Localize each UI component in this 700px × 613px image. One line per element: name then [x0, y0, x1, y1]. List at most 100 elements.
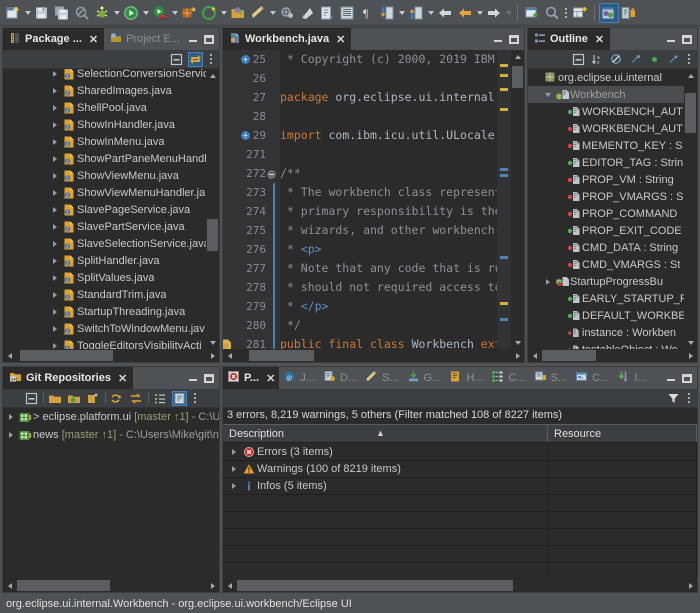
- table-row[interactable]: Infos (5 items): [223, 478, 697, 495]
- search-icon[interactable]: [542, 3, 562, 23]
- tab-project-explorer[interactable]: Project E...: [104, 28, 186, 50]
- outline-item[interactable]: SEARLY_STARTUP_F: [528, 290, 684, 307]
- debug-icon[interactable]: [92, 3, 112, 23]
- scroll-right-arrow[interactable]: [684, 349, 697, 362]
- sort-alphabetically-icon[interactable]: az: [590, 52, 605, 67]
- list-item[interactable]: JStartupThreading.java: [47, 303, 206, 320]
- view-menu-dots[interactable]: [685, 388, 693, 408]
- code-line[interactable]: * primary responsibility is the manag: [280, 202, 497, 221]
- column-header-description[interactable]: Description ▲: [223, 425, 548, 442]
- fold-marker[interactable]: [269, 259, 280, 278]
- maximize-icon[interactable]: [204, 374, 214, 383]
- code-line[interactable]: */: [280, 316, 497, 335]
- toggle-branch-hierarchy-icon[interactable]: [153, 391, 168, 406]
- code-line[interactable]: * </p>: [280, 297, 497, 316]
- tab-servers[interactable]: S...: [530, 367, 572, 389]
- new-wizard-dropdown-arrow[interactable]: [23, 3, 32, 23]
- outline-tree[interactable]: org.eclipse.ui.internalCWorkbenchSWORKBE…: [528, 69, 697, 362]
- list-item[interactable]: JShowViewMenu.java: [47, 167, 206, 184]
- editor-hscrollbar[interactable]: [223, 349, 524, 362]
- expand-arrow[interactable]: [49, 139, 61, 145]
- outline-item[interactable]: SCMD_DATA : String: [528, 239, 684, 256]
- scroll-right-arrow[interactable]: [511, 349, 524, 362]
- expand-arrow[interactable]: [49, 173, 61, 179]
- new-enum-icon[interactable]: [277, 3, 297, 23]
- code-line[interactable]: * wizards, and other workbench-relate: [280, 221, 497, 240]
- list-item[interactable]: JSlaveSelectionService.java: [47, 235, 206, 252]
- add-existing-repo-icon[interactable]: [48, 391, 63, 406]
- fold-marker[interactable]: [269, 297, 280, 316]
- new-java-package-icon[interactable]: [179, 3, 199, 23]
- forward-dropdown-arrow-disabled[interactable]: [504, 3, 513, 23]
- new-annotation-dropdown-arrow[interactable]: [268, 3, 277, 23]
- outline-vscrollbar[interactable]: [684, 69, 697, 349]
- list-item[interactable]: JShowInMenu.java: [47, 133, 206, 150]
- minimize-icon[interactable]: [666, 34, 676, 44]
- fold-marker[interactable]: [269, 240, 280, 259]
- package-explorer-hscrollbar[interactable]: [3, 349, 219, 362]
- link-with-editor-icon[interactable]: [188, 52, 203, 67]
- editor-folding-gutter[interactable]: ++: [269, 50, 280, 349]
- fold-marker[interactable]: [269, 316, 280, 335]
- hide-fields-icon[interactable]: [609, 52, 624, 67]
- tab-package-explorer[interactable]: Package ... ✕: [3, 28, 104, 50]
- expand-arrow[interactable]: [49, 292, 61, 298]
- list-item[interactable]: JSharedImages.java: [47, 82, 206, 99]
- expand-arrow[interactable]: [227, 483, 241, 489]
- run-icon[interactable]: [121, 3, 141, 23]
- code-line[interactable]: * The workbench class represents the: [280, 183, 497, 202]
- git-repository-row[interactable]: > eclipse.platform.ui [master ↑1] - C:\U: [3, 408, 219, 426]
- view-menu-dots[interactable]: [685, 49, 693, 69]
- expand-arrow[interactable]: [542, 93, 554, 97]
- code-area[interactable]: 2526272829271272273274275276277278279280…: [223, 50, 497, 349]
- external-tools-dropdown-arrow[interactable]: [219, 3, 228, 23]
- outline-item[interactable]: SPROP_COMMAND: [528, 205, 684, 222]
- collapse-all-icon[interactable]: [571, 52, 586, 67]
- minimize-icon[interactable]: [493, 34, 503, 44]
- outline-item[interactable]: instance : Workben: [528, 324, 684, 341]
- close-icon[interactable]: ✕: [89, 33, 98, 46]
- maximize-icon[interactable]: [509, 35, 519, 44]
- back-history-icon[interactable]: [455, 3, 475, 23]
- previous-annotation-icon[interactable]: [406, 3, 426, 23]
- new-interface-icon[interactable]: [297, 3, 317, 23]
- external-tools-icon[interactable]: [199, 3, 219, 23]
- code-line[interactable]: public final class Workbench extends E: [280, 335, 497, 349]
- code-line[interactable]: * <p>: [280, 240, 497, 259]
- table-row-empty[interactable]: [223, 495, 697, 512]
- expand-arrow[interactable]: [227, 466, 241, 472]
- editor-overview-ruler[interactable]: [497, 50, 511, 349]
- code-line[interactable]: * Copyright (c) 2000, 2019 IBM Corpor: [280, 50, 497, 69]
- expand-arrow[interactable]: [49, 224, 61, 230]
- table-row-empty[interactable]: [223, 563, 697, 579]
- fold-marker[interactable]: [269, 145, 280, 164]
- tab-declaration[interactable]: D...: [319, 367, 361, 389]
- fold-marker[interactable]: [269, 202, 280, 221]
- expand-arrow[interactable]: [5, 414, 17, 420]
- outline-item[interactable]: testableObject : Wo: [528, 341, 684, 349]
- expand-arrow[interactable]: [49, 88, 61, 94]
- new-wizard-icon[interactable]: [3, 3, 23, 23]
- expand-arrow[interactable]: [49, 71, 61, 77]
- save-icon[interactable]: [32, 3, 52, 23]
- list-item[interactable]: JSlavePageService.java: [47, 201, 206, 218]
- hide-nonpublic-icon[interactable]: [647, 52, 662, 67]
- scroll-down-arrow[interactable]: [511, 336, 524, 349]
- scroll-thumb[interactable]: [542, 350, 596, 361]
- expand-arrow[interactable]: [5, 432, 17, 438]
- view-menu-dots[interactable]: [207, 49, 215, 69]
- outline-item[interactable]: SCMD_VMARGS : St: [528, 256, 684, 273]
- scroll-left-arrow[interactable]: [3, 349, 16, 362]
- open-type-icon[interactable]: [228, 3, 248, 23]
- fold-marker[interactable]: +: [269, 126, 280, 145]
- code-line[interactable]: /**: [280, 164, 497, 183]
- next-annotation-icon[interactable]: [377, 3, 397, 23]
- package-explorer-vscrollbar[interactable]: [206, 69, 219, 349]
- scroll-left-arrow[interactable]: [223, 579, 236, 592]
- scroll-right-arrow[interactable]: [684, 579, 697, 592]
- scroll-down-arrow[interactable]: [206, 336, 219, 349]
- list-item[interactable]: JSplitValues.java: [47, 269, 206, 286]
- close-icon[interactable]: ✕: [118, 372, 127, 385]
- scroll-thumb[interactable]: [512, 66, 523, 88]
- editor-vscrollbar[interactable]: [511, 50, 524, 349]
